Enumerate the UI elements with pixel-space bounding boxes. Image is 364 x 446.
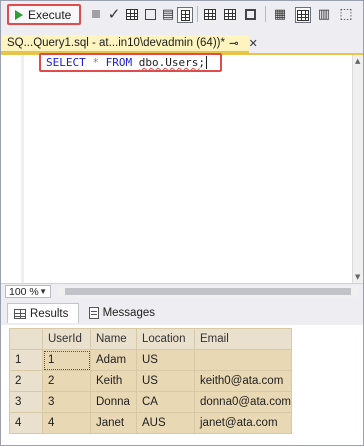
grid-cell[interactable]: keith0@ata.com [194, 370, 292, 392]
column-header[interactable]: UserId [42, 328, 91, 350]
sql-star: * [92, 56, 99, 69]
checkmark-icon[interactable]: ✓ [107, 5, 121, 23]
document-tab-strip: SQ...Query1.sql - at...in10\devadmin (64… [1, 35, 363, 53]
table-row[interactable]: 2 2 Keith US keith0@ata.com [9, 370, 292, 392]
comment-icon[interactable]: ⬚ [339, 6, 353, 22]
include-plan-icon[interactable] [203, 7, 217, 21]
query-editor[interactable]: SELECT * FROM dbo.Users; [1, 53, 352, 283]
text-cursor [205, 56, 207, 69]
grid-cell[interactable]: Janet [90, 412, 137, 434]
messages-icon [89, 307, 99, 319]
scroll-down-icon[interactable]: ▼ [355, 273, 360, 281]
grid-cell[interactable]: donna0@ata.com [194, 391, 292, 413]
results-tab-strip: Results Messages [1, 299, 363, 325]
stop-icon[interactable] [89, 7, 103, 21]
results-to-text-icon[interactable]: ▦ [273, 7, 287, 22]
tab-messages-label: Messages [102, 307, 155, 319]
query-toolbar: Execute ✓ ▤ ▦ ▥ ⬚ [1, 1, 363, 29]
live-stats-icon[interactable] [223, 7, 237, 21]
chevron-down-icon: ▼ [39, 287, 47, 296]
execute-label: Execute [28, 7, 72, 22]
grid-cell[interactable]: Adam [90, 349, 137, 371]
parse-icon[interactable] [125, 7, 139, 21]
grid-cell[interactable]: 2 [42, 370, 91, 392]
row-number[interactable]: 2 [9, 370, 43, 392]
tab-results[interactable]: Results [7, 303, 79, 323]
column-header[interactable]: Email [194, 328, 292, 350]
table-row[interactable]: 1 1 Adam US [9, 349, 292, 371]
grid-icon [14, 308, 26, 319]
grid-cell[interactable]: US [136, 349, 195, 371]
results-pane: UserId Name Location Email 1 1 Adam US 2… [1, 325, 363, 445]
grid-cell[interactable]: janet@ata.com [194, 412, 292, 434]
tab-query1[interactable]: SQ...Query1.sql - at...in10\devadmin (64… [1, 35, 258, 53]
grid-cell[interactable]: 4 [42, 412, 91, 434]
results-to-file-icon[interactable]: ▥ [317, 7, 331, 22]
tab-title: SQ...Query1.sql - at...in10\devadmin (64… [7, 37, 225, 49]
sql-table-name: dbo.Users; [138, 56, 205, 69]
play-icon [15, 9, 23, 20]
query-options-icon[interactable]: ▤ [161, 7, 175, 22]
grid-cell[interactable]: US [136, 370, 195, 392]
table-row[interactable]: 3 3 Donna CA donna0@ata.com [9, 391, 292, 413]
table-row[interactable]: 4 4 Janet AUS janet@ata.com [9, 412, 292, 434]
column-header[interactable]: Location [136, 328, 195, 350]
pin-icon[interactable]: ⊸ [229, 36, 239, 50]
row-number[interactable]: 3 [9, 391, 43, 413]
editor-vertical-scrollbar[interactable]: ▲ ▼ [352, 55, 363, 283]
grid-cell[interactable]: Keith [90, 370, 137, 392]
execute-button[interactable]: Execute [7, 4, 81, 25]
grid-cell[interactable]: CA [136, 391, 195, 413]
column-header[interactable]: Name [90, 328, 137, 350]
close-icon[interactable]: ✕ [249, 37, 258, 50]
grid-cell[interactable]: 1 [42, 349, 91, 371]
editor-gutter [1, 55, 22, 283]
results-to-grid-icon[interactable] [295, 7, 311, 23]
zoom-dropdown[interactable]: 100 % ▼ [5, 285, 51, 298]
toolbar-separator [197, 6, 198, 22]
grid-cell[interactable] [194, 349, 292, 371]
sql-statement[interactable]: SELECT * FROM dbo.Users; [39, 53, 222, 72]
editor-margin [21, 55, 24, 283]
grid-corner[interactable] [9, 328, 43, 350]
sql-keyword-from: FROM [105, 56, 133, 69]
ssms-window: Execute ✓ ▤ ▦ ▥ ⬚ SQ...Query1.sql - at..… [0, 0, 364, 446]
grid-cell[interactable]: 3 [42, 391, 91, 413]
row-number[interactable]: 1 [9, 349, 43, 371]
zoom-value: 100 % [9, 285, 39, 298]
toolbar-separator [265, 6, 266, 22]
results-grid[interactable]: UserId Name Location Email 1 1 Adam US 2… [9, 328, 292, 434]
client-stats-icon[interactable] [243, 7, 257, 21]
tab-results-label: Results [30, 307, 69, 320]
display-plan-icon[interactable] [143, 7, 157, 21]
tab-messages[interactable]: Messages [83, 303, 161, 323]
intellisense-icon[interactable] [177, 7, 193, 23]
grid-header-row: UserId Name Location Email [9, 328, 292, 350]
scrollbar-thumb[interactable] [65, 288, 351, 295]
grid-cell[interactable]: AUS [136, 412, 195, 434]
sql-keyword-select: SELECT [46, 56, 86, 69]
grid-cell[interactable]: Donna [90, 391, 137, 413]
row-number[interactable]: 4 [9, 412, 43, 434]
zoom-bar: 100 % ▼ [1, 283, 363, 299]
editor-horizontal-scrollbar[interactable] [57, 286, 359, 297]
scroll-up-icon[interactable]: ▲ [355, 57, 360, 65]
